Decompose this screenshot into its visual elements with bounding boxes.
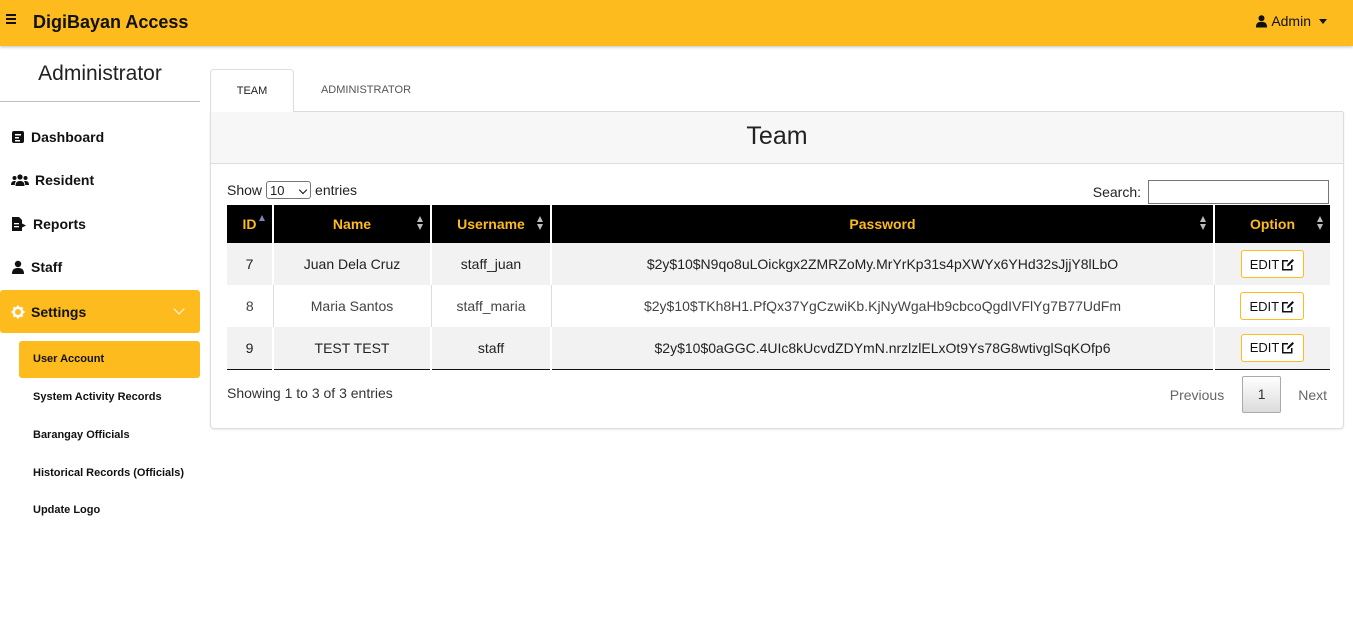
- tab-team[interactable]: TEAM: [210, 69, 294, 113]
- sidebar-item-label: Dashboard: [31, 129, 105, 145]
- cell-id: 7: [227, 243, 273, 285]
- cell-name: Juan Dela Cruz: [272, 243, 431, 285]
- sidebar-item-label: Settings: [31, 303, 87, 320]
- search-control: Search:: [1093, 180, 1329, 204]
- previous-page-button[interactable]: Previous: [1170, 387, 1224, 403]
- submenu-historical-records[interactable]: Historical Records (Officials): [19, 467, 200, 479]
- chevron-down-icon: [298, 185, 308, 195]
- column-header-password[interactable]: Password: [550, 205, 1214, 243]
- edit-button[interactable]: EDIT: [1240, 333, 1305, 362]
- table-row: 9 TEST TEST staff $2y$10$0aGGC.4UIc8kUcv…: [227, 327, 1330, 370]
- cell-password: $2y$10$0aGGC.4UIc8kUcvdZDYmN.nrzlzlELxOt…: [550, 327, 1214, 370]
- sidebar-title: Administrator: [0, 62, 200, 102]
- report-icon: [12, 217, 26, 231]
- team-card: Team Show 10 entries Search: ID Name Use…: [210, 112, 1344, 429]
- sort-asc-icon: [259, 215, 266, 231]
- sidebar-item-dashboard[interactable]: Dashboard: [0, 119, 200, 155]
- users-icon: [11, 174, 29, 186]
- column-header-id[interactable]: ID: [227, 205, 273, 243]
- next-page-button[interactable]: Next: [1298, 387, 1327, 403]
- sidebar: Administrator Dashboard Resident Reports…: [0, 46, 210, 630]
- cell-username: staff_juan: [430, 243, 551, 285]
- cell-username: staff: [430, 327, 551, 370]
- column-header-name[interactable]: Name: [272, 205, 431, 243]
- cell-username: staff_maria: [430, 285, 551, 327]
- card-title: Team: [211, 112, 1343, 164]
- caret-down-icon: [1319, 18, 1327, 24]
- search-label: Search:: [1092, 184, 1141, 200]
- top-bar: DigiBayan Access Admin: [0, 0, 1353, 46]
- column-header-username[interactable]: Username: [430, 205, 551, 243]
- dashboard-icon: [12, 131, 24, 143]
- sort-icon: [537, 216, 544, 232]
- edit-icon: [1282, 300, 1295, 312]
- entries-select-value: 10: [270, 182, 285, 198]
- edit-icon: [1282, 258, 1295, 270]
- sidebar-item-staff[interactable]: Staff: [0, 249, 200, 285]
- cell-name: Maria Santos: [272, 285, 431, 327]
- cell-option: EDIT: [1213, 285, 1330, 327]
- cell-name: TEST TEST: [272, 327, 431, 370]
- page-1-button[interactable]: 1: [1242, 376, 1282, 413]
- entries-length-control: Show 10 entries: [227, 181, 357, 199]
- chevron-down-icon: [173, 303, 185, 315]
- column-header-option[interactable]: Option: [1213, 205, 1330, 243]
- table-info: Showing 1 to 3 of 3 entries: [227, 385, 393, 401]
- cell-id: 9: [227, 327, 273, 370]
- user-icon: [1256, 15, 1268, 28]
- sort-icon: [417, 216, 424, 232]
- submenu-update-logo[interactable]: Update Logo: [19, 504, 200, 516]
- sidebar-item-label: Reports: [33, 216, 86, 232]
- sort-icon: [1317, 216, 1324, 232]
- user-icon: [12, 260, 24, 274]
- cell-id: 8: [245, 298, 254, 314]
- menu-icon[interactable]: [6, 14, 18, 28]
- sidebar-item-label: Resident: [35, 172, 95, 188]
- submenu-user-account[interactable]: User Account: [19, 341, 200, 378]
- sidebar-item-label: Staff: [31, 259, 63, 275]
- gear-icon: [11, 305, 25, 318]
- edit-button[interactable]: EDIT: [1240, 250, 1305, 278]
- sidebar-item-reports[interactable]: Reports: [0, 206, 200, 242]
- submenu-system-activity-records[interactable]: System Activity Records: [19, 391, 200, 403]
- submenu-barangay-officials[interactable]: Barangay Officials: [19, 429, 200, 441]
- user-menu[interactable]: Admin: [1255, 13, 1327, 29]
- brand-title[interactable]: DigiBayan Access: [33, 12, 188, 33]
- tab-administrator[interactable]: ADMINISTRATOR: [304, 69, 428, 112]
- search-input[interactable]: [1148, 180, 1329, 204]
- cell-password: $2y$10$TKh8H1.PfQx37YgCzwiKb.KjNyWgaHb9c…: [550, 285, 1214, 327]
- sidebar-item-settings[interactable]: Settings: [0, 290, 200, 333]
- cell-password: $2y$10$N9qo8uLOickgx2ZMRZoMy.MrYrKp31s4p…: [550, 243, 1214, 285]
- entries-label: entries: [315, 182, 358, 198]
- cell-option: EDIT: [1213, 243, 1330, 285]
- show-label: Show: [227, 182, 263, 198]
- table-header-row: ID Name Username Password Option: [227, 205, 1330, 243]
- pagination: Previous 1 Next: [1170, 376, 1329, 413]
- edit-icon: [1282, 342, 1295, 354]
- entries-select[interactable]: 10: [266, 181, 312, 199]
- edit-button[interactable]: EDIT: [1240, 292, 1305, 320]
- user-menu-label: Admin: [1271, 13, 1311, 29]
- table-row: 7 Juan Dela Cruz staff_juan $2y$10$N9qo8…: [227, 243, 1330, 285]
- team-table: ID Name Username Password Option 7 Juan …: [227, 205, 1330, 370]
- sidebar-item-resident[interactable]: Resident: [0, 162, 200, 198]
- cell-option: EDIT: [1213, 327, 1330, 370]
- tab-bar: TEAM ADMINISTRATOR: [210, 69, 1343, 113]
- table-row: 8 Maria Santos staff_maria $2y$10$TKh8H1…: [227, 285, 1330, 327]
- sort-icon: [1200, 216, 1207, 232]
